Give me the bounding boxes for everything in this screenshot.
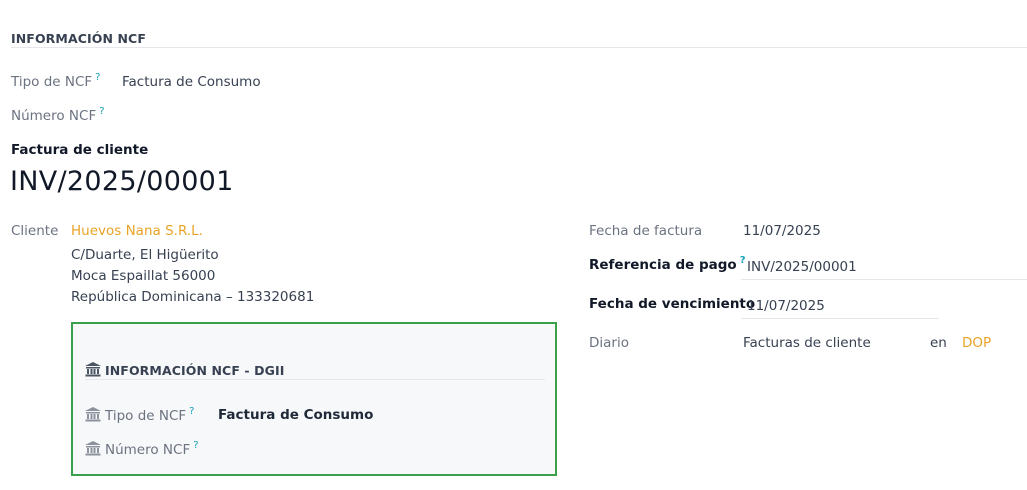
bank-icon [85, 362, 101, 377]
dgii-box-divider [85, 379, 545, 380]
customer-name-link[interactable]: Huevos Nana S.R.L. [71, 223, 203, 239]
numero-ncf-label-text: Número NCF [11, 108, 97, 124]
help-icon[interactable]: ? [193, 440, 198, 451]
section-divider [11, 47, 1027, 48]
tipo-ncf-label-text: Tipo de NCF [11, 74, 93, 90]
bank-icon [85, 407, 101, 422]
dgii-numero-ncf-label: Número NCF? [85, 440, 199, 458]
help-icon[interactable]: ? [740, 255, 746, 266]
fecha-factura-label: Fecha de factura [589, 223, 703, 239]
bank-icon [85, 441, 101, 456]
referencia-pago-input[interactable]: INV/2025/00001 [747, 259, 857, 275]
invoice-type-label: Factura de cliente [11, 142, 149, 158]
dgii-box-title: INFORMACIÓN NCF - DGII [85, 362, 284, 378]
diario-value[interactable]: Facturas de cliente [743, 335, 871, 351]
referencia-pago-label: Referencia de pago? [589, 255, 746, 273]
fecha-factura-value[interactable]: 11/07/2025 [743, 223, 821, 239]
help-icon[interactable]: ? [95, 72, 100, 83]
cliente-label: Cliente [11, 223, 59, 239]
section-title-ncf: INFORMACIÓN NCF [11, 31, 146, 46]
numero-ncf-label: Número NCF? [11, 106, 105, 124]
dgii-tipo-ncf-label: Tipo de NCF? [85, 406, 194, 424]
dgii-numero-ncf-field[interactable] [218, 437, 418, 459]
tipo-ncf-label: Tipo de NCF? [11, 72, 100, 90]
fecha-vencimiento-label: Fecha de vencimiento [589, 296, 756, 312]
customer-address-line3: República Dominicana – 133320681 [71, 289, 315, 305]
dgii-info-box: INFORMACIÓN NCF - DGII Tipo de NCF? Fact… [71, 322, 557, 476]
dgii-box-title-text: INFORMACIÓN NCF - DGII [105, 363, 285, 378]
dgii-tipo-ncf-value[interactable]: Factura de Consumo [218, 407, 373, 423]
diario-label: Diario [589, 335, 629, 351]
fecha-vencimiento-input[interactable]: 11/07/2025 [747, 298, 825, 314]
invoice-number-title: INV/2025/00001 [10, 166, 234, 197]
dgii-tipo-ncf-label-text: Tipo de NCF [105, 408, 187, 424]
help-icon[interactable]: ? [189, 406, 194, 417]
tipo-ncf-value[interactable]: Factura de Consumo [122, 74, 261, 90]
currency-link[interactable]: DOP [962, 335, 991, 351]
dgii-numero-ncf-label-text: Número NCF [105, 442, 191, 458]
referencia-pago-underline [741, 279, 1027, 280]
customer-address-line2: Moca Espaillat 56000 [71, 268, 216, 284]
fecha-vencimiento-underline [741, 318, 939, 319]
help-icon[interactable]: ? [99, 106, 104, 117]
customer-address-line1: C/Duarte, El Higüerito [71, 247, 219, 263]
en-label: en [930, 335, 947, 351]
numero-ncf-field[interactable] [122, 104, 322, 126]
referencia-pago-label-text: Referencia de pago [589, 257, 737, 273]
